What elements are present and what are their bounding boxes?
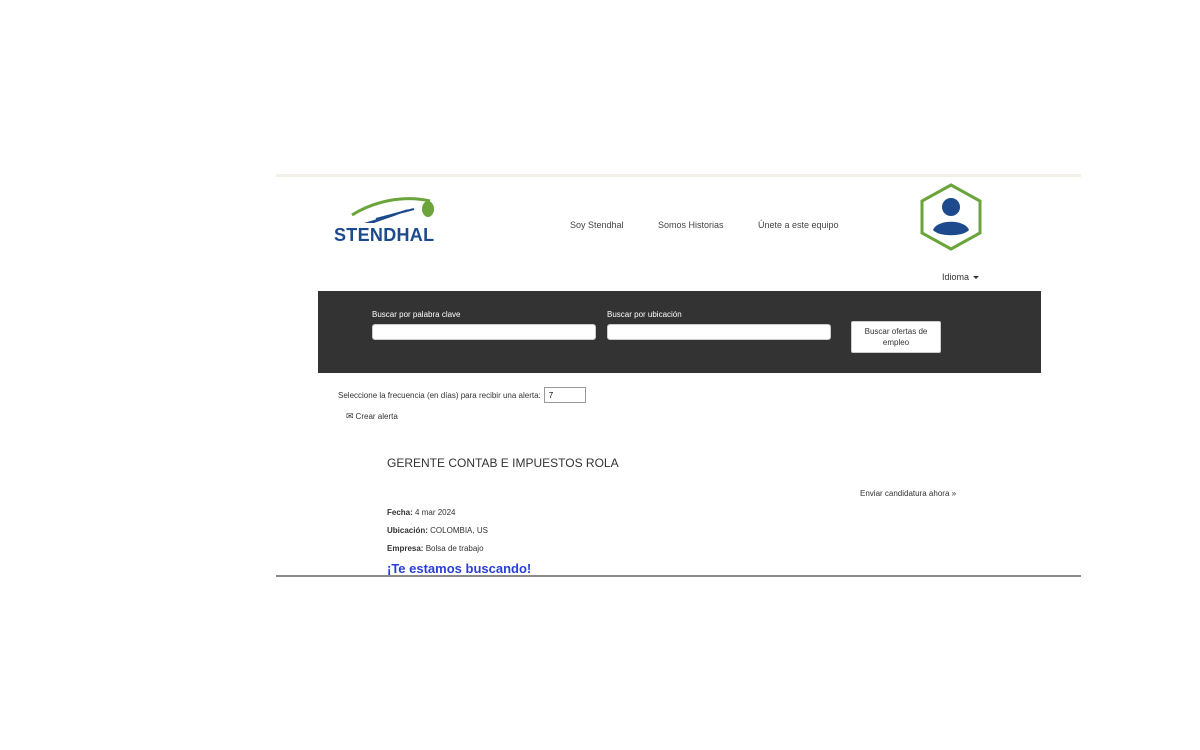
user-avatar-icon [920,183,982,251]
keyword-search-input[interactable] [372,324,596,340]
apply-now-link[interactable]: Enviar candidatura ahora » [860,489,956,498]
search-jobs-button[interactable]: Buscar ofertas de empleo [851,321,941,353]
frequency-label: Seleccione la frecuencia (en días) para … [338,390,541,400]
language-label: Idioma [942,272,970,282]
location-value: COLOMBIA, US [430,526,488,535]
create-alert-label: Crear alerta [355,412,398,421]
location-label: Ubicación: [387,526,428,535]
job-company: Empresa: Bolsa de trabajo [387,544,484,553]
search-bar: Buscar por palabra clave Buscar por ubic… [318,291,1041,373]
chevron-down-icon [973,276,980,280]
alert-frequency: Seleccione la frecuencia (en días) para … [338,387,586,403]
job-location: Ubicación: COLOMBIA, US [387,526,488,535]
logo-text: STENDHAL [334,225,435,245]
date-label: Fecha: [387,508,413,517]
stendhal-logo[interactable]: STENDHAL [334,195,438,245]
date-value: 4 mar 2024 [415,508,456,517]
browser-page: STENDHAL Soy Stendhal Somos Historias Ún… [276,174,1081,580]
user-avatar[interactable] [919,183,983,251]
swoosh-logo-icon [351,197,434,223]
nav-unete-equipo[interactable]: Únete a este equipo [758,220,839,230]
nav-soy-stendhal[interactable]: Soy Stendhal [570,220,624,230]
page-bottom-border [276,575,1081,577]
promo-heading: ¡Te estamos buscando! [387,561,532,576]
create-alert-link[interactable]: ✉ Crear alerta [346,411,398,422]
keyword-label: Buscar por palabra clave [372,310,461,319]
envelope-icon: ✉ [346,411,354,421]
frequency-input[interactable] [543,387,586,403]
company-value: Bolsa de trabajo [425,544,484,553]
location-search-input[interactable] [607,324,831,340]
nav-somos-historias[interactable]: Somos Historias [658,220,724,230]
language-dropdown[interactable]: Idioma [942,272,980,282]
job-date: Fecha: 4 mar 2024 [387,508,456,517]
company-label: Empresa: [387,544,424,553]
job-title: GERENTE CONTAB E IMPUESTOS ROLA [387,456,619,470]
location-label: Buscar por ubicación [607,310,682,319]
